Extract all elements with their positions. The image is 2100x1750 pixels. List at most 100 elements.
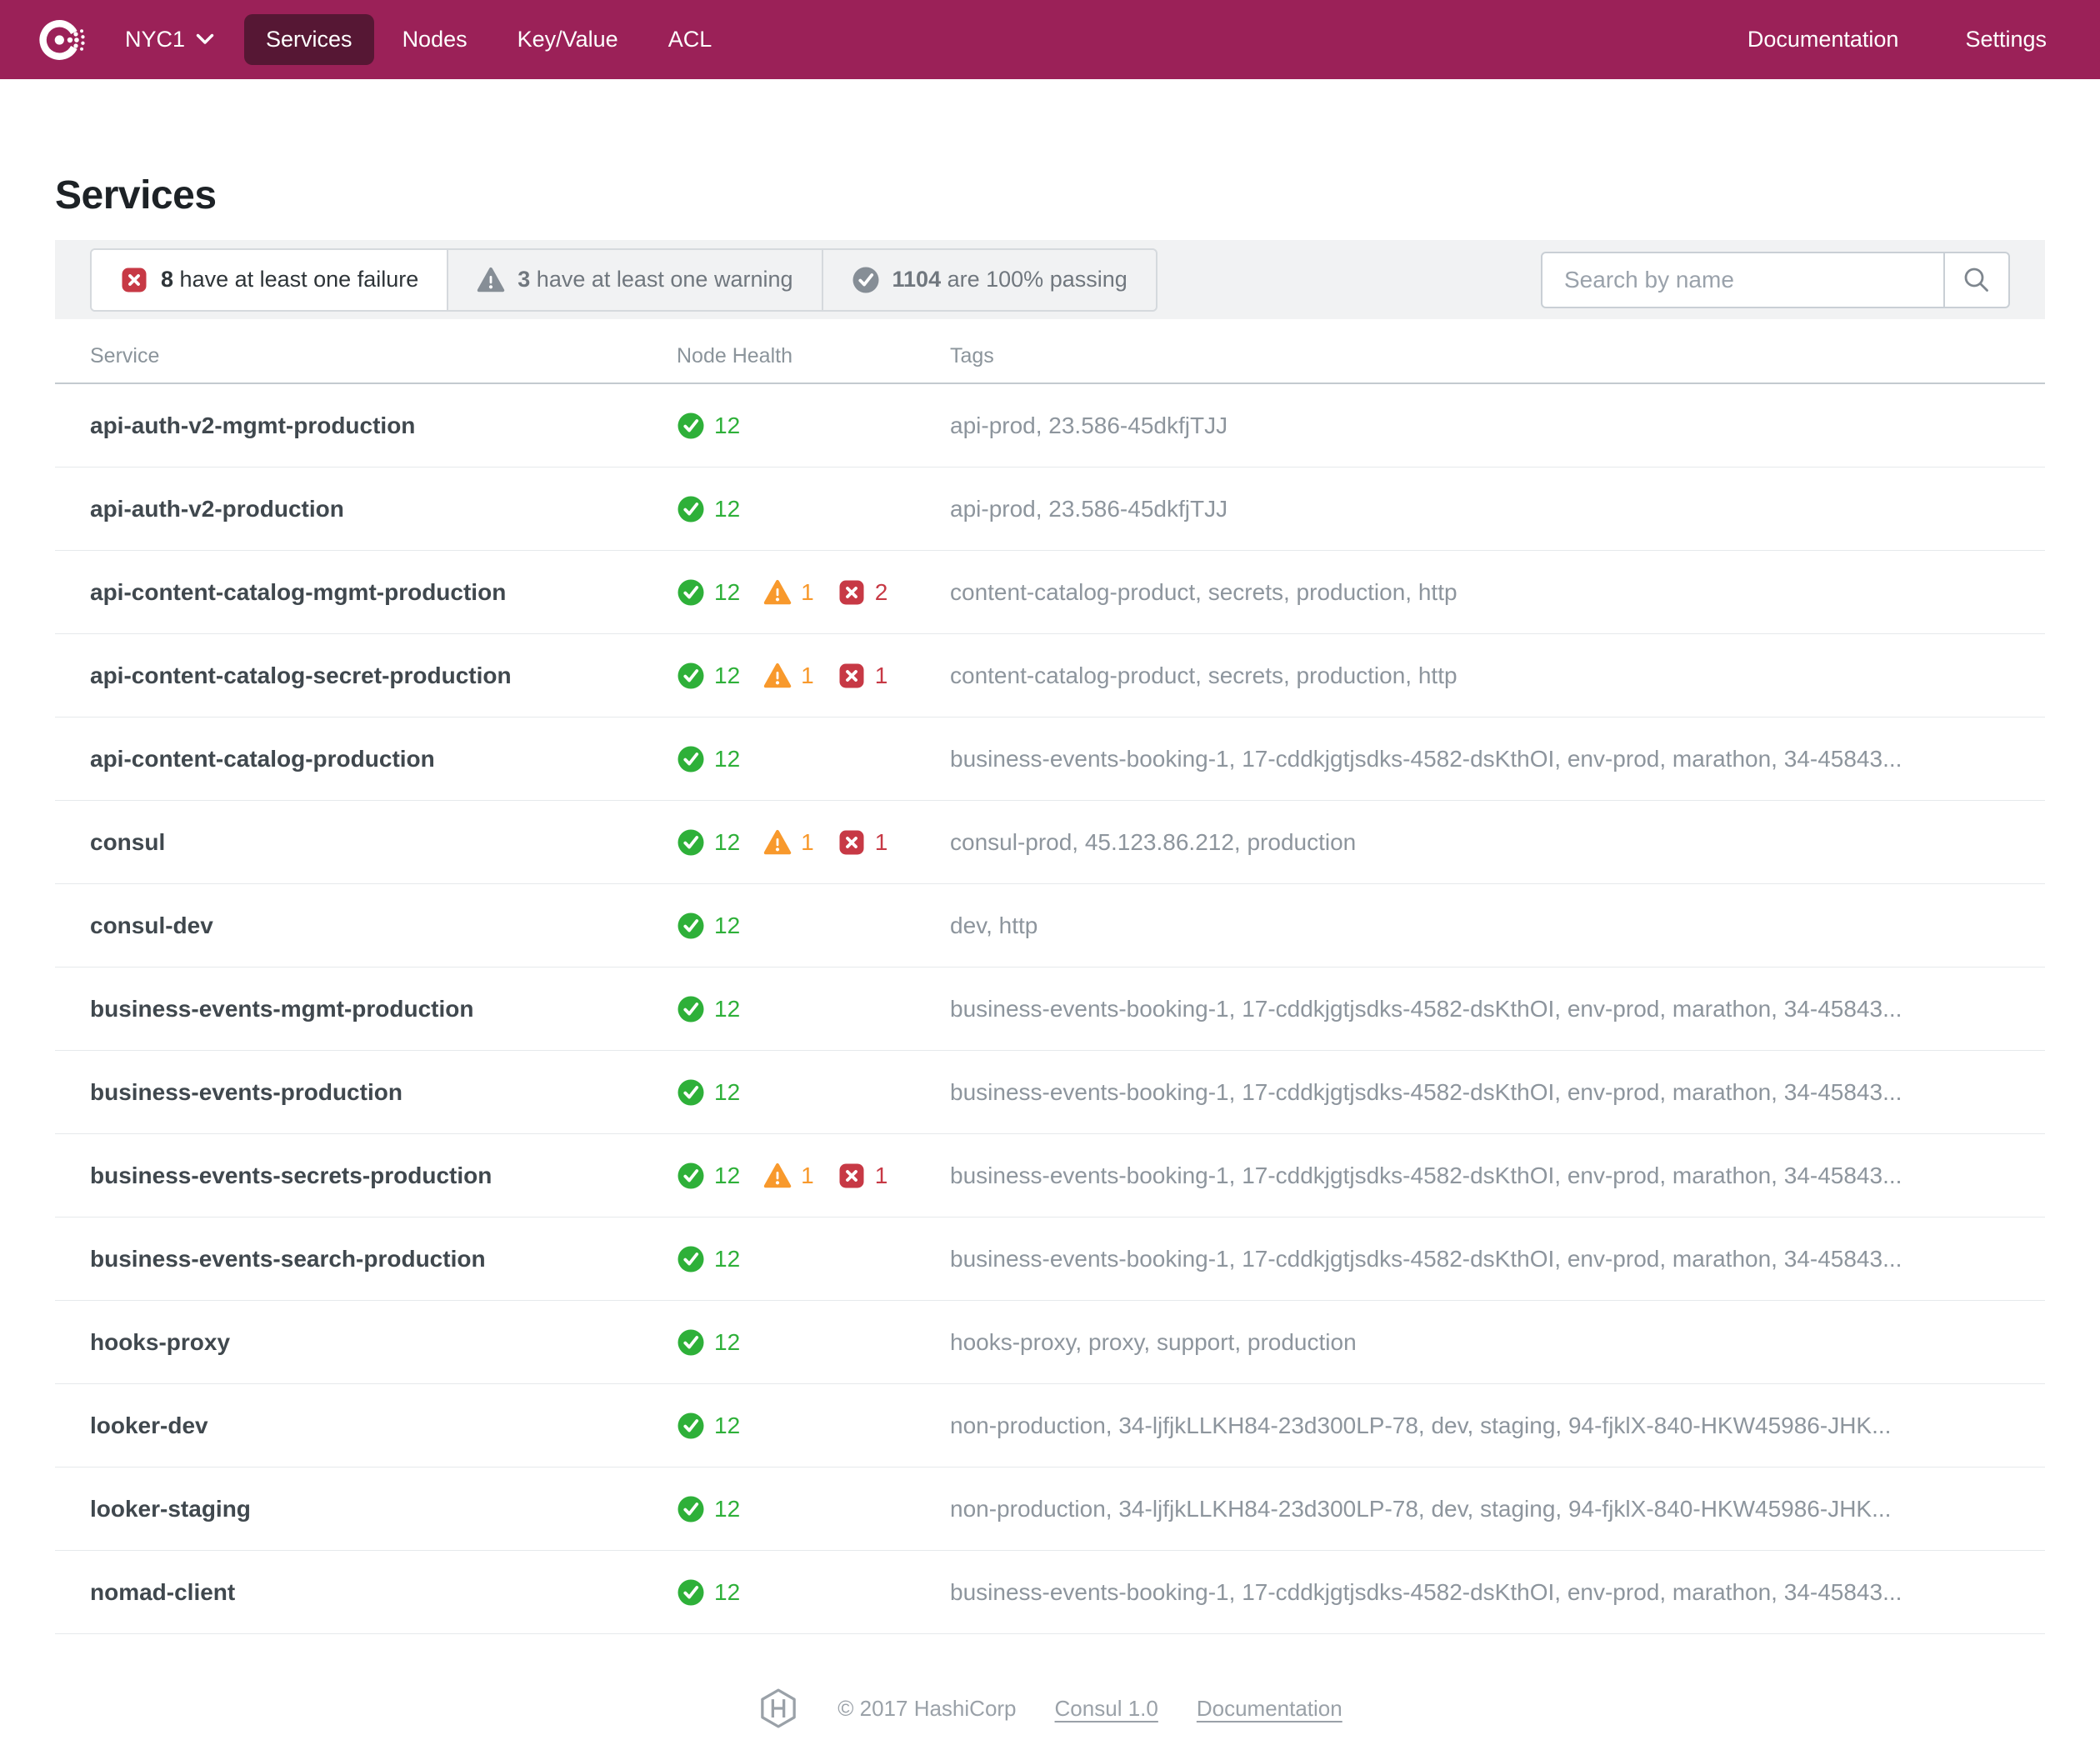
health-passing: 12 xyxy=(677,995,740,1023)
nav-menu: Services Nodes Key/Value ACL xyxy=(244,14,733,65)
health-passing-count: 12 xyxy=(714,829,740,856)
nav-item-keyvalue[interactable]: Key/Value xyxy=(496,14,640,65)
table-row[interactable]: looker-dev12non-production, 34-ljfjkLLKH… xyxy=(55,1384,2045,1468)
node-health-cell: 12 xyxy=(677,495,950,523)
health-passing-count: 12 xyxy=(714,1079,740,1106)
consul-logo-icon[interactable] xyxy=(38,15,88,65)
service-name[interactable]: business-events-secrets-production xyxy=(90,1162,677,1189)
nav-item-acl[interactable]: ACL xyxy=(647,14,734,65)
table-row[interactable]: api-auth-v2-mgmt-production12api-prod, 2… xyxy=(55,384,2045,468)
health-passing-count: 12 xyxy=(714,1329,740,1356)
health-warning-count: 1 xyxy=(801,1162,814,1189)
service-name[interactable]: consul-dev xyxy=(90,912,677,939)
warning-triangle-icon xyxy=(763,828,792,857)
datacenter-dropdown[interactable]: NYC1 xyxy=(125,27,214,52)
x-square-icon xyxy=(838,1162,866,1190)
service-tags: business-events-booking-1, 17-cddkjgtjsd… xyxy=(950,1079,2010,1106)
service-name[interactable]: business-events-production xyxy=(90,1079,677,1106)
table-row[interactable]: business-events-production 12 business-eve… xyxy=(55,1051,2045,1134)
service-name[interactable]: api-content-catalog-mgmt-production xyxy=(90,579,677,606)
service-name[interactable]: business-events-search-production xyxy=(90,1246,677,1272)
service-name[interactable]: api-content-catalog-secret-production xyxy=(90,662,677,689)
table-row[interactable]: business-events-search-production12busin… xyxy=(55,1218,2045,1301)
filter-warning[interactable]: 3 have at least one warning xyxy=(448,250,822,310)
footer-link-consul-version[interactable]: Consul 1.0 xyxy=(1055,1696,1158,1722)
filter-failure[interactable]: 8 have at least one failure xyxy=(92,250,448,310)
node-health-cell: 12 11 xyxy=(677,828,950,857)
node-health-cell: 12 xyxy=(677,1412,950,1440)
table-row[interactable]: nomad-client12 business-events-booking-1,… xyxy=(55,1551,2045,1634)
check-circle-icon xyxy=(677,1328,705,1357)
footer-copyright: © 2017 HashiCorp xyxy=(838,1696,1016,1722)
search-button[interactable] xyxy=(1945,253,2008,307)
health-passing: 12 xyxy=(677,1578,740,1607)
health-passing-count: 12 xyxy=(714,996,740,1022)
node-health-cell: 12 xyxy=(677,1328,950,1357)
filter-failure-label: have at least one failure xyxy=(180,267,419,292)
nav-item-documentation[interactable]: Documentation xyxy=(1726,14,1921,65)
service-tags: content-catalog-product, secrets, produc… xyxy=(950,662,2010,689)
health-passing-count: 12 xyxy=(714,412,740,439)
main-content: Services 8 have at least one failure 3 h… xyxy=(55,172,2045,1634)
health-passing-count: 12 xyxy=(714,662,740,689)
node-health-cell: 12 xyxy=(677,1245,950,1273)
check-circle-icon xyxy=(677,995,705,1023)
footer-link-documentation[interactable]: Documentation xyxy=(1197,1696,1342,1722)
check-circle-icon xyxy=(677,912,705,940)
health-warning-count: 1 xyxy=(801,662,814,689)
check-circle-icon xyxy=(677,745,705,773)
check-circle-icon xyxy=(677,1578,705,1607)
table-row[interactable]: api-content-catalog-production 12 business… xyxy=(55,718,2045,801)
health-passing: 12 xyxy=(677,912,740,940)
filter-passing-label: are 100% passing xyxy=(948,267,1128,292)
filter-passing[interactable]: 1104 are 100% passing xyxy=(823,250,1156,310)
health-failing-count: 1 xyxy=(875,662,888,689)
table-row[interactable]: api-content-catalog-mgmt-production1212c… xyxy=(55,551,2045,634)
service-tags: business-events-booking-1, 17-cddkjgtjsd… xyxy=(950,1579,2010,1606)
service-name[interactable]: looker-dev xyxy=(90,1412,677,1439)
health-warning: 1 xyxy=(763,828,814,857)
service-name[interactable]: business-events-mgmt-production xyxy=(90,996,677,1022)
service-name[interactable]: looker-staging xyxy=(90,1496,677,1522)
table-row[interactable]: hooks-proxy12hooks-proxy, proxy, support… xyxy=(55,1301,2045,1384)
page-title: Services xyxy=(55,172,2045,218)
nav-item-nodes[interactable]: Nodes xyxy=(381,14,489,65)
top-nav: NYC1 Services Nodes Key/Value ACL Docume… xyxy=(0,0,2100,79)
filter-bar: 8 have at least one failure 3 have at le… xyxy=(55,240,2045,319)
service-name[interactable]: nomad-client xyxy=(90,1579,677,1606)
health-passing-count: 12 xyxy=(714,912,740,939)
filter-passing-text: 1104 are 100% passing xyxy=(892,267,1128,292)
service-name[interactable]: api-content-catalog-production xyxy=(90,746,677,772)
table-row[interactable]: consul1211consul-prod, 45.123.86.212, pr… xyxy=(55,801,2045,884)
health-passing: 12 xyxy=(677,1328,740,1357)
service-tags: content-catalog-product, secrets, produc… xyxy=(950,579,2010,606)
service-name[interactable]: consul xyxy=(90,829,677,856)
health-passing: 12 xyxy=(677,412,740,440)
node-health-cell: 12 1 1 xyxy=(677,662,950,690)
column-header-node-health: Node Health xyxy=(677,344,950,368)
x-square-icon xyxy=(838,662,866,690)
health-failing: 1 xyxy=(838,662,888,690)
table-row[interactable]: looker-staging12non-production, 34-ljfjk… xyxy=(55,1468,2045,1551)
x-square-icon xyxy=(120,266,148,294)
search-icon xyxy=(1962,265,1992,295)
service-name[interactable]: api-auth-v2-mgmt-production xyxy=(90,412,677,439)
node-health-cell: 12 xyxy=(677,1078,950,1107)
service-name[interactable]: hooks-proxy xyxy=(90,1329,677,1356)
table-row[interactable]: consul-dev12dev, http xyxy=(55,884,2045,968)
health-failing: 1 xyxy=(838,828,888,857)
nav-item-settings[interactable]: Settings xyxy=(1943,14,2068,65)
table-row[interactable]: api-auth-v2-production12api-prod, 23.586… xyxy=(55,468,2045,551)
service-tags: business-events-booking-1, 17-cddkjgtjsd… xyxy=(950,746,2010,772)
health-passing-count: 12 xyxy=(714,746,740,772)
search-input[interactable] xyxy=(1542,253,1943,307)
nav-item-services[interactable]: Services xyxy=(244,14,374,65)
table-row[interactable]: business-events-mgmt-production12busines… xyxy=(55,968,2045,1051)
table-row[interactable]: business-events-secrets-production1211bu… xyxy=(55,1134,2045,1218)
check-circle-icon xyxy=(677,1412,705,1440)
service-tags: non-production, 34-ljfjkLLKH84-23d300LP-… xyxy=(950,1496,2010,1522)
health-passing-count: 12 xyxy=(714,1246,740,1272)
table-row[interactable]: api-content-catalog-secret-production121… xyxy=(55,634,2045,718)
warning-triangle-icon xyxy=(477,266,505,294)
service-name[interactable]: api-auth-v2-production xyxy=(90,496,677,522)
